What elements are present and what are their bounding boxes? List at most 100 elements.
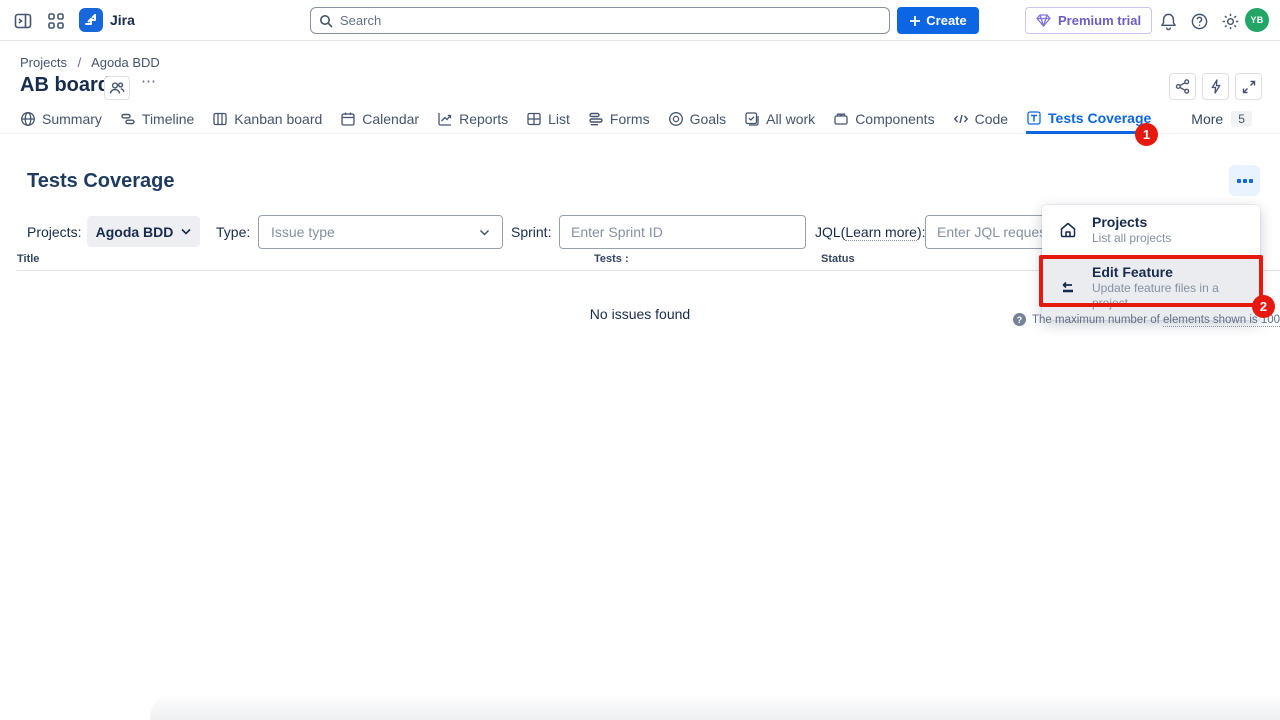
notifications-bell-icon[interactable] [1157,10,1179,32]
type-filter-label: Type: [216,224,250,240]
menu-item-subtitle: Update feature files in a project [1092,281,1252,311]
tab-code[interactable]: Code [953,105,1008,134]
tab-label: Forms [610,111,650,127]
premium-trial-button[interactable]: Premium trial [1025,7,1152,34]
projects-filter-dropdown[interactable]: Agoda BDD [87,216,200,247]
section-actions-dropdown: Projects List all projects Edit Feature … [1042,205,1260,320]
tab-label: Code [975,111,1008,127]
search-input[interactable] [340,13,881,28]
kanban-icon [212,111,228,127]
tab-label: Goals [690,111,727,127]
settings-gear-icon[interactable] [1219,10,1241,32]
premium-trial-label: Premium trial [1058,13,1141,28]
tab-calendar[interactable]: Calendar [340,105,419,134]
share-button[interactable] [1169,73,1196,100]
sprint-filter-label: Sprint: [511,224,551,240]
gem-icon [1036,14,1051,27]
header-actions [1169,73,1262,100]
max-elements-footnote: ? The maximum number of elements shown i… [1013,313,1280,326]
projects-filter-label: Projects: [27,224,81,240]
tab-label: Reports [459,111,508,127]
sprint-id-input[interactable] [559,215,806,249]
menu-item-projects[interactable]: Projects List all projects [1042,205,1260,255]
tab-tests-coverage[interactable]: Tests Coverage [1026,105,1151,134]
search-bar[interactable] [310,7,890,34]
calendar-icon [340,111,356,127]
question-mark-icon[interactable]: ? [1013,313,1026,326]
goals-target-icon [668,111,684,127]
chevron-down-icon [181,228,191,235]
plus-icon [909,15,921,27]
tab-label: Kanban board [234,111,322,127]
menu-item-edit-feature[interactable]: Edit Feature Update feature files in a p… [1042,255,1260,320]
more-label: More [1191,111,1223,127]
section-title: Tests Coverage [27,170,174,193]
tab-label: Calendar [362,111,419,127]
menu-item-title: Projects [1092,214,1171,231]
tab-label: List [548,111,570,127]
issue-type-select[interactable]: Issue type [258,215,503,249]
tab-forms[interactable]: Forms [588,105,650,134]
sidebar-toggle-icon[interactable] [12,10,34,32]
projects-filter-value: Agoda BDD [96,224,174,240]
tab-reports[interactable]: Reports [437,105,508,134]
timeline-icon [120,111,136,127]
tab-components[interactable]: Components [833,105,934,134]
tab-label: Tests Coverage [1048,110,1151,126]
tab-label: Timeline [142,111,194,127]
tab-label: All work [766,111,815,127]
tests-coverage-icon [1026,110,1042,126]
app-switcher-icon[interactable] [45,10,67,32]
help-icon[interactable] [1188,10,1210,32]
breadcrumb-projects[interactable]: Projects [20,55,67,70]
user-avatar[interactable]: YB [1245,8,1269,32]
bottom-shadow-overlay [150,692,1280,720]
board-tabs: Summary Timeline Kanban board Calendar R… [0,105,1280,134]
menu-item-title: Edit Feature [1092,264,1252,281]
board-members-button[interactable] [104,76,130,100]
issue-type-placeholder: Issue type [271,224,335,240]
menu-item-subtitle: List all projects [1092,231,1171,246]
tab-all-work[interactable]: All work [744,105,815,134]
code-icon [953,111,969,127]
feature-edit-icon [1057,281,1079,295]
create-button-label: Create [926,13,966,28]
column-header-title: Title [17,253,39,265]
forms-icon [588,111,604,127]
chevron-down-icon [479,229,490,236]
breadcrumb-agoda-bdd[interactable]: Agoda BDD [91,55,160,70]
globe-icon [20,111,36,127]
search-icon [319,14,333,28]
breadcrumb-separator: / [78,55,82,70]
home-icon [1057,220,1079,240]
tabs-more-dropdown[interactable]: More 5 [1191,111,1252,127]
annotation-step-1: 1 [1135,123,1158,146]
jql-learn-more-link[interactable]: Learn more [845,224,917,241]
reports-icon [437,111,453,127]
board-more-menu[interactable]: ⋯ [141,72,157,90]
jira-logo[interactable] [79,8,103,32]
column-header-status: Status [821,253,855,265]
tab-label: Components [855,111,934,127]
breadcrumb: Projects / Agoda BDD [20,55,160,70]
page-title: AB board [20,74,110,97]
jql-filter-label: JQL(Learn more): [815,224,926,240]
components-icon [833,111,849,127]
tab-summary[interactable]: Summary [20,105,102,134]
section-more-actions-button[interactable] [1229,165,1260,196]
jira-page: Jira Create Premium trial [0,0,1280,720]
tab-list[interactable]: List [526,105,570,134]
tab-goals[interactable]: Goals [668,105,727,134]
expand-button[interactable] [1235,73,1262,100]
tab-label: Summary [42,111,102,127]
column-header-tests: Tests : [594,253,629,265]
tab-timeline[interactable]: Timeline [120,105,194,134]
list-grid-icon [526,111,542,127]
all-work-icon [744,111,760,127]
more-count-badge: 5 [1231,111,1252,127]
top-navigation-bar: Jira Create Premium trial [0,0,1280,41]
tab-kanban-board[interactable]: Kanban board [212,105,322,134]
automation-lightning-button[interactable] [1202,73,1229,100]
annotation-step-2: 2 [1252,295,1275,318]
create-button[interactable]: Create [897,7,979,34]
